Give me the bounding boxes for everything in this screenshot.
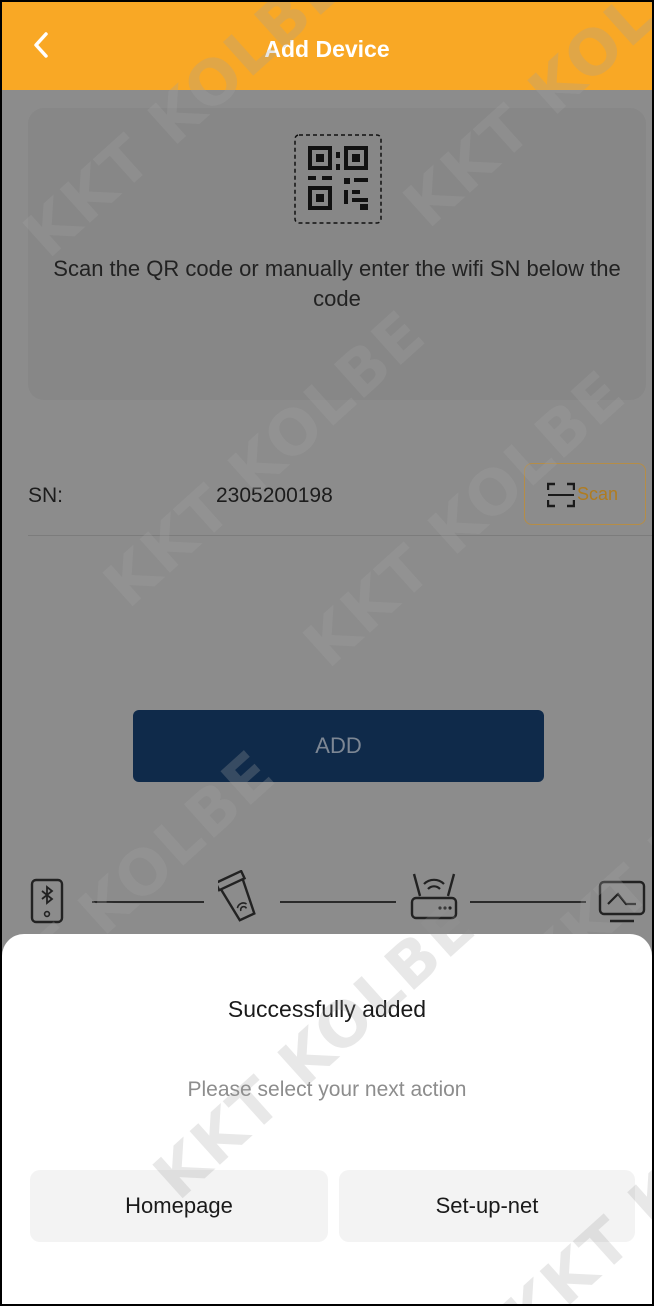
sn-label: SN: — [28, 484, 64, 507]
step-connector — [92, 901, 204, 903]
page-title: Add Device — [264, 36, 390, 62]
sn-input[interactable]: 2305200198 — [216, 484, 333, 508]
watermark: KKT KOLBE — [139, 887, 490, 1214]
scan-instruction: Scan the QR code or manually enter the w… — [53, 256, 621, 311]
scan-button[interactable]: Scan — [524, 463, 646, 525]
sheet-title: Successfully added — [227, 996, 427, 1022]
monitor-chart-icon — [598, 880, 646, 923]
qr-code-icon — [294, 134, 382, 224]
homepage-button[interactable]: Homepage — [30, 1170, 328, 1242]
divider — [28, 535, 652, 536]
add-button[interactable]: ADD — [133, 710, 544, 782]
header-bar: Add Device — [2, 2, 652, 90]
watermark: KKT KOLBE — [489, 1027, 654, 1306]
scan-label: Scan — [577, 484, 619, 504]
success-sheet: Successfully added Please select your ne… — [2, 888, 654, 1306]
bluetooth-phone-icon — [30, 878, 64, 924]
step-connector — [280, 901, 396, 903]
app-frame: Add Device Scan the QR code or manually … — [0, 0, 654, 1306]
router-icon — [410, 873, 458, 920]
step-connector — [470, 901, 586, 903]
scan-frame-icon — [547, 482, 575, 508]
setup-steps — [30, 870, 652, 934]
scan-card: Scan the QR code or manually enter the w… — [28, 108, 646, 400]
wifi-dongle-icon — [218, 870, 256, 922]
setup-net-button[interactable]: Set-up-net — [339, 1170, 635, 1242]
sheet-subtitle: Please select your next action — [187, 1078, 467, 1101]
